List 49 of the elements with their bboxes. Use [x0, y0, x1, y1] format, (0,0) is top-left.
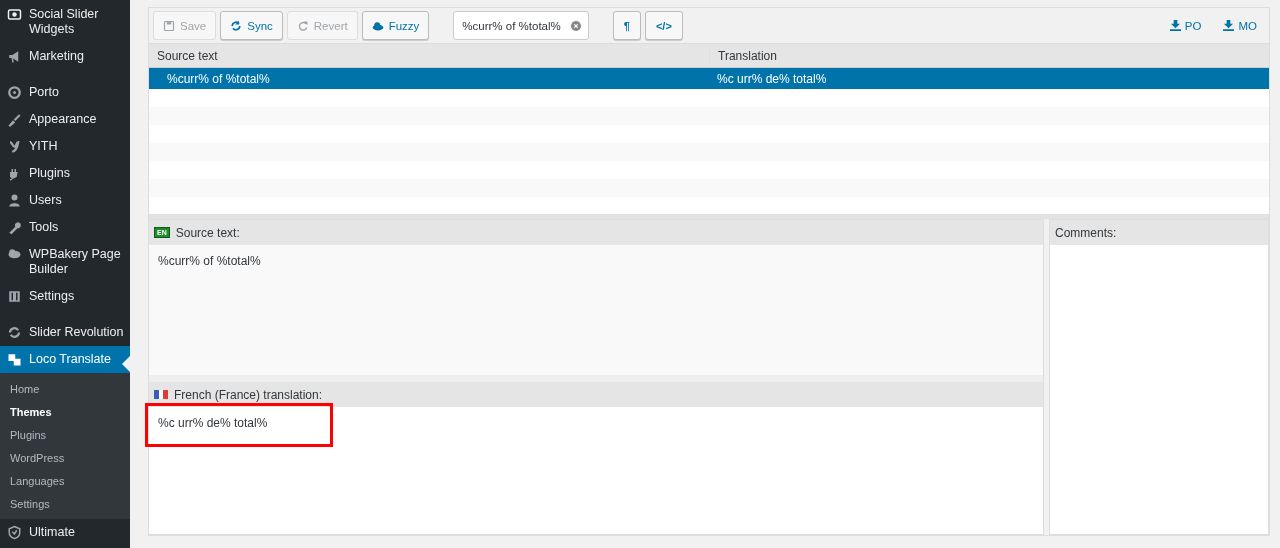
sidebar-item[interactable]: Porto — [0, 79, 130, 106]
save-icon — [163, 19, 175, 32]
sidebar-item[interactable]: Appearance — [0, 106, 130, 133]
submenu-item[interactable]: Settings — [0, 493, 130, 516]
pane-title: Source text: — [175, 225, 240, 240]
toggle-button[interactable]: </> — [644, 11, 683, 40]
sidebar-item[interactable]: Loco Translate — [0, 346, 130, 373]
clear-icon[interactable] — [570, 20, 581, 31]
user-icon — [7, 193, 22, 208]
sidebar-item[interactable]: Plugins — [0, 160, 130, 187]
pane-title: French (France) translation: — [174, 387, 323, 402]
sidebar-item[interactable]: YITH — [0, 133, 130, 160]
table-row[interactable]: %curr% of %total% %c urr% de% total% — [149, 68, 1269, 89]
sidebar-item[interactable]: Marketing — [0, 43, 130, 70]
pane-title: Comments: — [1055, 225, 1117, 240]
shield-icon — [7, 525, 22, 540]
script-y-icon — [7, 139, 22, 154]
gallery-icon — [7, 7, 22, 22]
sidebar-item[interactable]: Ultimate — [0, 519, 130, 546]
sidebar-item[interactable]: Social Slider Widgets — [0, 1, 130, 43]
submenu-item[interactable]: Home — [0, 378, 130, 401]
target-icon — [7, 85, 22, 100]
sync-icon — [230, 19, 243, 32]
sidebar-item[interactable]: WPBakery Page Builder — [0, 241, 130, 283]
toolbar-button[interactable]: Sync — [220, 11, 283, 40]
download-icon — [1223, 20, 1235, 31]
download-link[interactable]: MO — [1223, 19, 1257, 32]
sidebar-item[interactable]: Settings — [0, 283, 130, 310]
submenu-item[interactable]: WordPress — [0, 447, 130, 470]
submenu-item[interactable]: Plugins — [0, 424, 130, 447]
submenu-item[interactable]: Languages — [0, 470, 130, 493]
submenu-item[interactable]: Themes — [0, 401, 130, 424]
cloud-icon — [371, 19, 384, 32]
toggle-button[interactable]: ¶ — [612, 11, 641, 40]
sidebar-item[interactable]: Users — [0, 187, 130, 214]
search-field[interactable]: %curr% of %total% — [453, 11, 589, 40]
undo-icon — [296, 19, 309, 32]
resize-handle[interactable] — [149, 375, 1043, 382]
resize-handle[interactable] — [149, 214, 1269, 219]
download-icon — [1169, 20, 1181, 31]
flag-icon — [154, 390, 168, 399]
wrench-icon — [7, 220, 22, 235]
sidebar-item[interactable]: Slider Revolution — [0, 319, 130, 346]
refresh-icon — [7, 325, 22, 340]
sidebar-item[interactable]: Tools — [0, 214, 130, 241]
download-link[interactable]: PO — [1169, 19, 1202, 32]
column-header[interactable]: Translation — [709, 48, 1269, 63]
toolbar-button[interactable]: Fuzzy — [361, 11, 430, 40]
column-header[interactable]: Source text — [149, 48, 709, 63]
